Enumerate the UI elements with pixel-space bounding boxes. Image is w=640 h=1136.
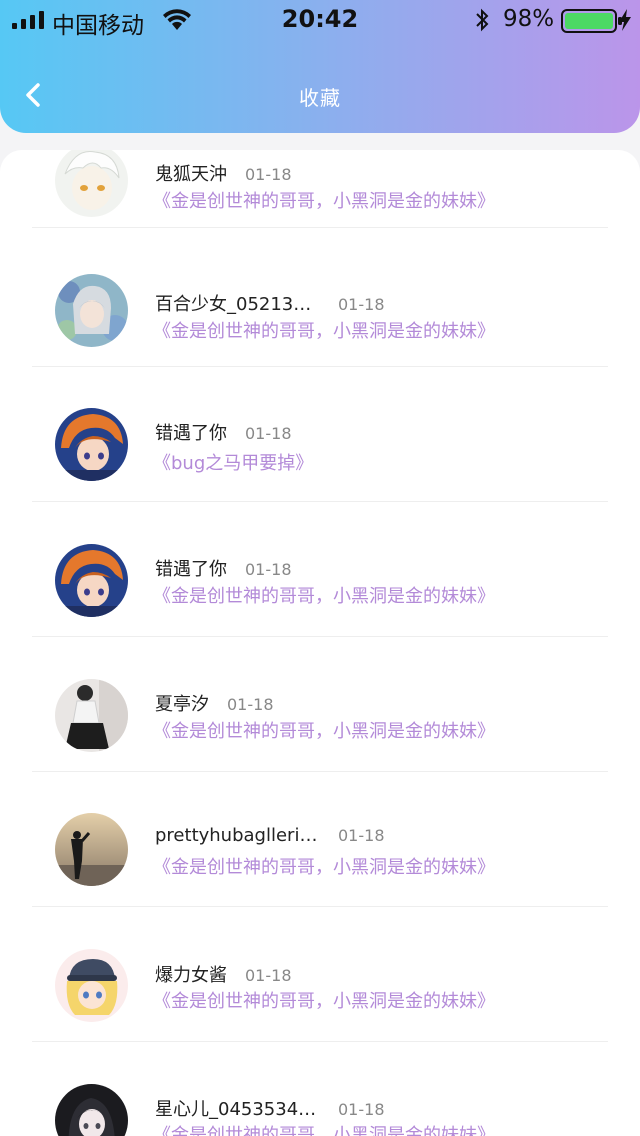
user-name: 鬼狐天沖 [155,164,227,185]
favorite-date: 01-18 [245,966,292,985]
bluetooth-icon [476,8,489,32]
user-name: prettyhubagllerin... [155,825,320,846]
favorite-date: 01-18 [338,295,385,314]
divider [32,906,608,907]
book-title[interactable]: 《bug之马甲要掉》 [153,449,313,475]
battery-icon [561,9,622,33]
user-avatar[interactable] [55,949,128,1022]
favorite-date: 01-18 [338,1100,385,1119]
book-title[interactable]: 《金是创世神的哥哥，小黑洞是金的妹妹》 [153,582,495,608]
list-item[interactable]: 星心儿_04535347... 01-18 《金是创世神的哥哥，小黑洞是金的妹妹… [0,1065,640,1136]
user-avatar[interactable] [55,813,128,886]
book-title[interactable]: 《金是创世神的哥哥，小黑洞是金的妹妹》 [153,187,495,213]
user-avatar[interactable] [55,1084,128,1136]
list-item[interactable]: 错遇了你 01-18 《bug之马甲要掉》 [0,390,640,502]
book-title[interactable]: 《金是创世神的哥哥，小黑洞是金的妹妹》 [153,717,495,743]
user-name: 百合少女_052130... [155,294,320,315]
book-title[interactable]: 《金是创世神的哥哥，小黑洞是金的妹妹》 [153,1121,495,1136]
divider [32,501,608,502]
user-avatar[interactable] [55,408,128,481]
divider [32,227,608,228]
favorite-date: 01-18 [245,424,292,443]
list-item[interactable]: 鬼狐天沖 01-18 《金是创世神的哥哥，小黑洞是金的妹妹》 [0,150,640,228]
user-name: 错遇了你 [155,423,227,444]
favorite-date: 01-18 [245,560,292,579]
header-bar: 中国移动 20:42 98% 收藏 [0,0,640,133]
charging-bolt-icon [619,9,631,31]
divider [32,366,608,367]
divider [32,771,608,772]
user-name: 星心儿_04535347... [155,1099,320,1120]
list-item[interactable]: 夏亭汐 01-18 《金是创世神的哥哥，小黑洞是金的妹妹》 [0,660,640,772]
user-avatar[interactable] [55,274,128,347]
divider [32,636,608,637]
favorite-date: 01-18 [338,826,385,845]
divider [32,1041,608,1042]
book-title[interactable]: 《金是创世神的哥哥，小黑洞是金的妹妹》 [153,987,495,1013]
list-item[interactable]: 错遇了你 01-18 《金是创世神的哥哥，小黑洞是金的妹妹》 [0,525,640,637]
favorites-list: 鬼狐天沖 01-18 《金是创世神的哥哥，小黑洞是金的妹妹》 百合少女_0521… [0,150,640,1136]
user-avatar[interactable] [55,544,128,617]
user-name: 夏亭汐 [155,694,209,715]
favorite-date: 01-18 [227,695,274,714]
list-item[interactable]: prettyhubagllerin... 01-18 《金是创世神的哥哥，小黑洞… [0,795,640,907]
book-title[interactable]: 《金是创世神的哥哥，小黑洞是金的妹妹》 [153,317,495,343]
user-name: 错遇了你 [155,559,227,580]
status-bar: 中国移动 20:42 98% [0,0,640,40]
list-item[interactable]: 百合少女_052130... 01-18 《金是创世神的哥哥，小黑洞是金的妹妹》 [0,255,640,367]
list-item[interactable]: 爆力女酱 01-18 《金是创世神的哥哥，小黑洞是金的妹妹》 [0,930,640,1042]
battery-percent: 98% [503,6,555,32]
page-title: 收藏 [299,86,341,110]
user-avatar[interactable] [55,150,128,217]
favorite-date: 01-18 [245,165,292,184]
book-title[interactable]: 《金是创世神的哥哥，小黑洞是金的妹妹》 [153,853,495,879]
user-name: 爆力女酱 [155,965,227,986]
user-avatar[interactable] [55,679,128,752]
